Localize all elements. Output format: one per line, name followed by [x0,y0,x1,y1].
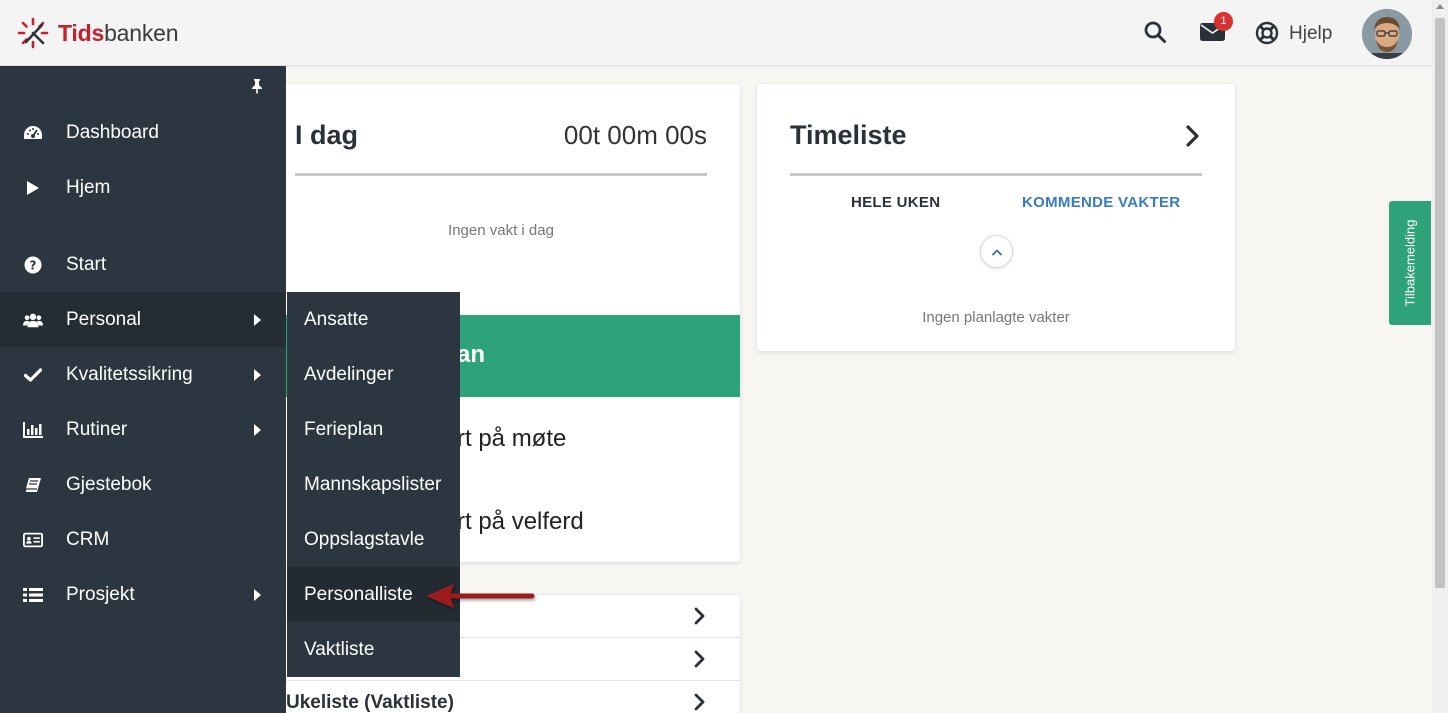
brand-name: Tidsbanken [58,19,179,46]
id-card-icon [23,530,43,550]
caret-right-icon [254,424,261,436]
lifebuoy-icon[interactable] [1255,21,1279,50]
sidebar-item-label: CRM [66,528,110,550]
submenu-item-crew-lists[interactable]: Mannskapslister [287,457,460,512]
brand-logo[interactable]: Tidsbanken [16,16,179,50]
chevron-right-icon[interactable] [1185,124,1201,153]
submenu-item-departments[interactable]: Avdelinger [287,347,460,402]
question-icon: ? [23,255,43,275]
tab-whole-week[interactable]: HELE UKEN [851,194,940,211]
link-row-weekly-list[interactable]: Ukeliste (Vaktliste) [262,681,740,713]
tidsbanken-logo-icon [17,17,49,49]
sidebar-item-label: Start [66,253,107,275]
page-scrollbar[interactable] [1432,0,1448,713]
caret-right-icon [254,589,261,601]
today-timer: 00t 00m 00s [563,120,707,150]
chevron-right-icon [694,607,706,630]
users-icon [23,310,43,330]
today-title: I dag [295,120,359,150]
sidebar-item-dashboard[interactable]: Dashboard [0,105,286,160]
sidebar-item-label: Hjem [66,176,111,198]
sidebar-item-personal[interactable]: Personal [0,292,286,347]
sidebar-item-home[interactable]: Hjem [0,160,286,215]
sidebar: Dashboard Hjem ? Start Personal Kvalitet… [0,66,286,713]
start-meeting-option[interactable]: rt på møte [457,425,566,453]
sidebar-item-guestbook[interactable]: Gjestebok [0,457,286,512]
help-link[interactable]: Hjelp [1289,23,1332,45]
check-icon [23,365,43,385]
book-icon [23,475,43,495]
annotation-arrow-icon [426,584,535,608]
timesheet-title: Timeliste [790,120,907,150]
search-icon[interactable] [1143,20,1167,49]
caret-right-icon [254,369,261,381]
svg-text:?: ? [30,258,37,272]
collapse-button[interactable] [980,235,1013,268]
submenu-item-employees[interactable]: Ansatte [287,292,460,347]
submenu-item-shift-list[interactable]: Vaktliste [287,622,460,677]
personal-submenu: Ansatte Avdelinger Ferieplan Mannskapsli… [287,292,460,677]
sidebar-item-crm[interactable]: CRM [0,512,286,567]
sidebar-item-quality[interactable]: Kvalitetssikring [0,347,286,402]
scroll-up-arrow-icon[interactable] [1436,4,1444,9]
top-bar: Tidsbanken 1 Hjelp [0,0,1432,66]
dashboard-icon [23,123,43,143]
timesheet-empty-text: Ingen planlagte vakter [922,309,1070,326]
sidebar-item-label: Rutiner [66,418,128,440]
start-welfare-option[interactable]: rt på velferd [457,508,584,536]
list-icon [23,585,43,605]
sidebar-item-label: Dashboard [66,121,159,143]
messages-badge: 1 [1214,12,1233,31]
user-avatar[interactable] [1362,9,1412,59]
sidebar-item-routines[interactable]: Rutiner [0,402,286,457]
sidebar-item-label: Kvalitetssikring [66,363,193,385]
submenu-item-notice-board[interactable]: Oppslagstavle [287,512,460,567]
bar-chart-icon [23,420,43,440]
timesheet-divider [790,173,1202,176]
sidebar-item-label: Prosjekt [66,583,135,605]
chevron-up-icon [991,243,1003,261]
scroll-thumb[interactable] [1435,18,1445,588]
feedback-tab[interactable]: Tilbakemelding [1389,201,1431,325]
avatar-portrait-icon [1362,9,1412,59]
sidebar-item-project[interactable]: Prosjekt [0,567,286,622]
chevron-right-icon [694,693,706,713]
caret-right-icon [254,314,261,326]
today-divider [295,173,707,176]
pin-icon[interactable] [250,78,264,99]
play-icon [23,178,43,198]
sidebar-item-label: Personal [66,308,141,330]
sidebar-item-start[interactable]: ? Start [0,237,286,292]
tab-upcoming-shifts[interactable]: KOMMENDE VAKTER [1022,194,1180,211]
clock-in-label: an [457,341,486,368]
chevron-right-icon [694,650,706,673]
timesheet-card: Timeliste HELE UKEN KOMMENDE VAKTER Inge… [757,84,1235,351]
submenu-item-vacation-plan[interactable]: Ferieplan [287,402,460,457]
sidebar-item-label: Gjestebok [66,473,152,495]
today-empty-text: Ingen vakt i dag [448,222,554,239]
